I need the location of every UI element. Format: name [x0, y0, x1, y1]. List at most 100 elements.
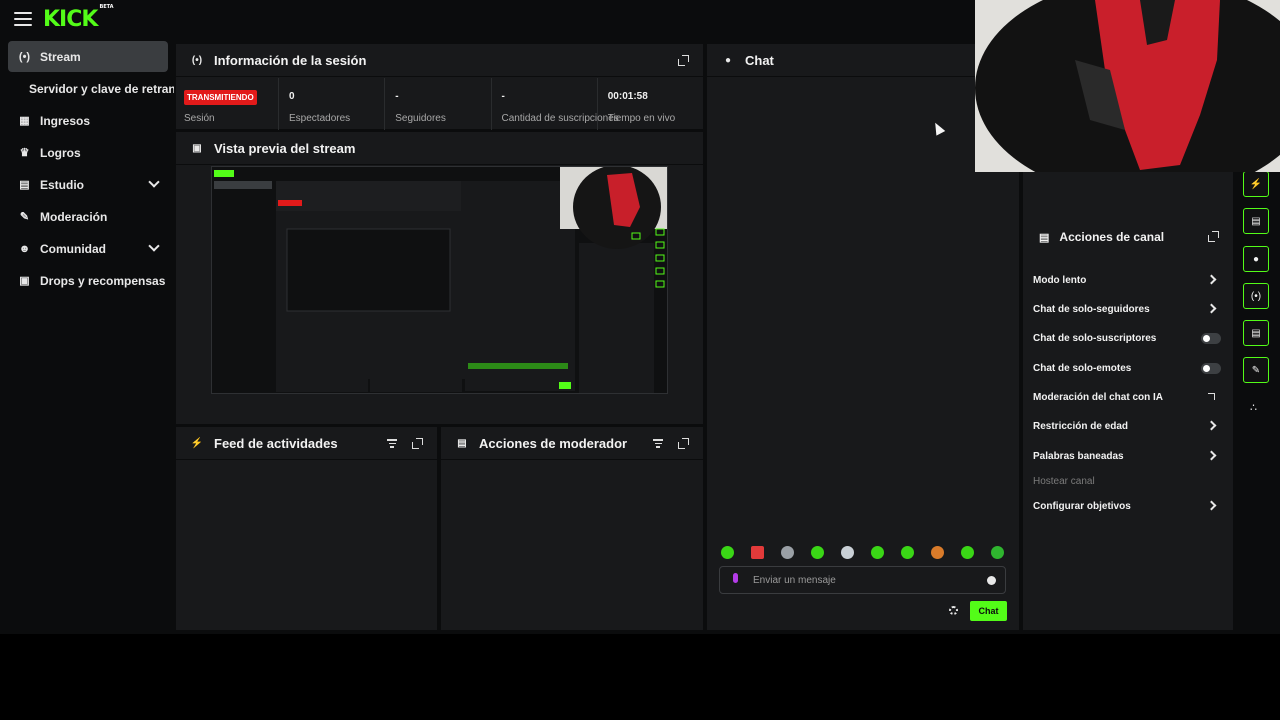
expand-icon[interactable]	[678, 55, 689, 66]
emoji-picker-icon[interactable]	[987, 576, 996, 585]
action-emotes-only[interactable]: Chat de solo-emotes	[1033, 358, 1223, 378]
filter-icon[interactable]	[387, 439, 397, 448]
action-label: Moderación del chat con IA	[1033, 391, 1164, 403]
sidebar-item-label: Logros	[40, 145, 81, 160]
action-label: Chat de solo-emotes	[1033, 362, 1132, 374]
chat-bubble-icon: ●	[724, 54, 732, 66]
action-label: Chat de solo-suscriptores	[1033, 332, 1157, 344]
wrench-icon[interactable]: ✎	[1243, 357, 1269, 383]
stat-value: -	[501, 91, 505, 102]
sidebar-item-moderacion[interactable]: ✎ Moderación	[8, 201, 168, 232]
action-label: Chat de solo-seguidores	[1033, 303, 1150, 315]
chat-bubble-icon[interactable]: ●	[1243, 246, 1269, 272]
stream-preview-video[interactable]	[211, 166, 668, 394]
stat-label: Espectadores	[289, 113, 351, 124]
sidebar-item-label: Stream	[40, 49, 81, 64]
trophy-icon: ♛	[19, 147, 30, 159]
emote-icon[interactable]	[781, 546, 794, 559]
gear-icon[interactable]	[949, 606, 958, 615]
sidebar-item-label: Moderación	[40, 209, 108, 224]
wrench-icon: ✎	[19, 211, 30, 223]
sidebar-item-drops[interactable]: ▣ Drops y recompensas	[8, 265, 168, 296]
document-icon[interactable]: ▤	[1243, 208, 1269, 234]
panel-title: Acciones de canal	[1059, 230, 1165, 244]
right-rail	[1237, 172, 1280, 630]
broadcast-icon[interactable]: (•)	[1243, 283, 1269, 309]
chevron-right-icon	[1206, 303, 1217, 314]
broadcast-icon: (•)	[191, 54, 203, 66]
sidebar-item-ingresos[interactable]: ▦ Ingresos	[8, 105, 168, 136]
panel-title: Chat	[745, 52, 774, 68]
action-followers-only[interactable]: Chat de solo-seguidores	[1033, 299, 1223, 319]
action-configure-goals[interactable]: Configurar objetivos	[1033, 496, 1223, 516]
stat-label: Seguidores	[395, 113, 446, 124]
chevron-right-icon	[1206, 450, 1217, 461]
toggle-switch[interactable]	[1201, 363, 1221, 374]
emote-icon[interactable]	[991, 546, 1004, 559]
action-ai-moderation[interactable]: Moderación del chat con IA	[1033, 387, 1223, 407]
panel-title: Información de la sesión	[214, 52, 367, 68]
chat-panel: ● Chat	[707, 44, 1019, 630]
sidebar-item-label: Drops y recompensas	[40, 273, 166, 288]
stat-live-time: 00:01:58 Tiempo en vivo	[598, 78, 703, 130]
stat-viewers: 0 Espectadores	[279, 78, 386, 130]
external-link-icon	[1208, 393, 1215, 400]
microphone-icon[interactable]	[733, 573, 738, 583]
emote-icon[interactable]	[841, 546, 854, 559]
dots-icon[interactable]: ∴	[1250, 401, 1257, 414]
stat-value: 0	[289, 91, 295, 102]
action-slow-mode[interactable]: Modo lento	[1033, 270, 1223, 290]
stream-preview-header: ▣ Vista previa del stream	[176, 132, 703, 165]
stat-value: 00:01:58	[607, 91, 648, 102]
chat-message-input[interactable]: Enviar un mensaje	[719, 566, 1006, 594]
panel-title: Vista previa del stream	[214, 140, 356, 156]
toggle-switch[interactable]	[1201, 333, 1221, 344]
sidebar-item-logros[interactable]: ♛ Logros	[8, 137, 168, 168]
chart-icon: ▦	[19, 115, 30, 127]
sidebar-item-label: Ingresos	[40, 113, 91, 128]
expand-icon[interactable]	[1208, 231, 1219, 242]
action-label: Palabras baneadas	[1033, 450, 1124, 462]
stat-label: Tiempo en vivo	[607, 113, 676, 124]
sidebar: (•) Stream Servidor y clave de retransmi…	[0, 40, 174, 634]
video-icon: ▣	[192, 142, 202, 154]
send-chat-button[interactable]: Chat	[970, 601, 1007, 621]
emote-icon[interactable]	[811, 546, 824, 559]
broadcast-icon: (•)	[18, 50, 31, 63]
sidebar-item-comunidad[interactable]: ☻ Comunidad	[8, 233, 168, 264]
webcam-image	[975, 0, 1280, 172]
people-icon: ☻	[18, 242, 31, 255]
action-age-restriction[interactable]: Restricción de edad	[1033, 416, 1223, 436]
gift-icon: ▣	[19, 275, 30, 287]
session-info-panel: (•) Información de la sesión TRANSMITIEN…	[176, 44, 703, 130]
chat-header: ● Chat	[707, 44, 1019, 77]
session-stats: TRANSMITIENDO Sesión 0 Espectadores - Se…	[176, 78, 703, 130]
expand-icon[interactable]	[678, 438, 689, 449]
sidebar-item-label: Estudio	[40, 177, 84, 192]
emote-icon[interactable]	[871, 546, 884, 559]
emote-icon[interactable]	[961, 546, 974, 559]
channel-actions-header: ▤ Acciones de canal	[1023, 219, 1233, 255]
emote-icon[interactable]	[901, 546, 914, 559]
sidebar-item-estudio[interactable]: ▤ Estudio	[8, 169, 168, 200]
stream-settings-icon: ▤	[1039, 231, 1050, 244]
expand-icon[interactable]	[412, 438, 423, 449]
stat-subscriptions: - Cantidad de suscripciones	[492, 78, 619, 130]
chevron-down-icon	[148, 176, 160, 188]
action-subscribers-only[interactable]: Chat de solo-suscriptores	[1033, 328, 1223, 348]
filter-icon[interactable]	[653, 439, 663, 448]
webcam-overlay	[975, 0, 1280, 172]
emote-icon[interactable]	[931, 546, 944, 559]
list-icon[interactable]: ▤	[1243, 320, 1269, 346]
stat-followers: - Seguidores	[385, 78, 492, 130]
sidebar-item-server-key[interactable]: Servidor y clave de retransmisión	[8, 73, 174, 104]
lightning-icon[interactable]: ⚡	[1243, 171, 1269, 197]
action-banned-words[interactable]: Palabras baneadas	[1033, 446, 1223, 466]
kick-logo[interactable]: KICKBETA	[43, 4, 114, 32]
emote-icon[interactable]	[751, 546, 764, 559]
hamburger-menu-icon[interactable]	[14, 12, 32, 28]
chevron-right-icon	[1206, 420, 1217, 431]
sidebar-item-stream[interactable]: (•) Stream	[8, 41, 168, 72]
studio-icon: ▤	[19, 179, 30, 191]
emote-icon[interactable]	[721, 546, 734, 559]
